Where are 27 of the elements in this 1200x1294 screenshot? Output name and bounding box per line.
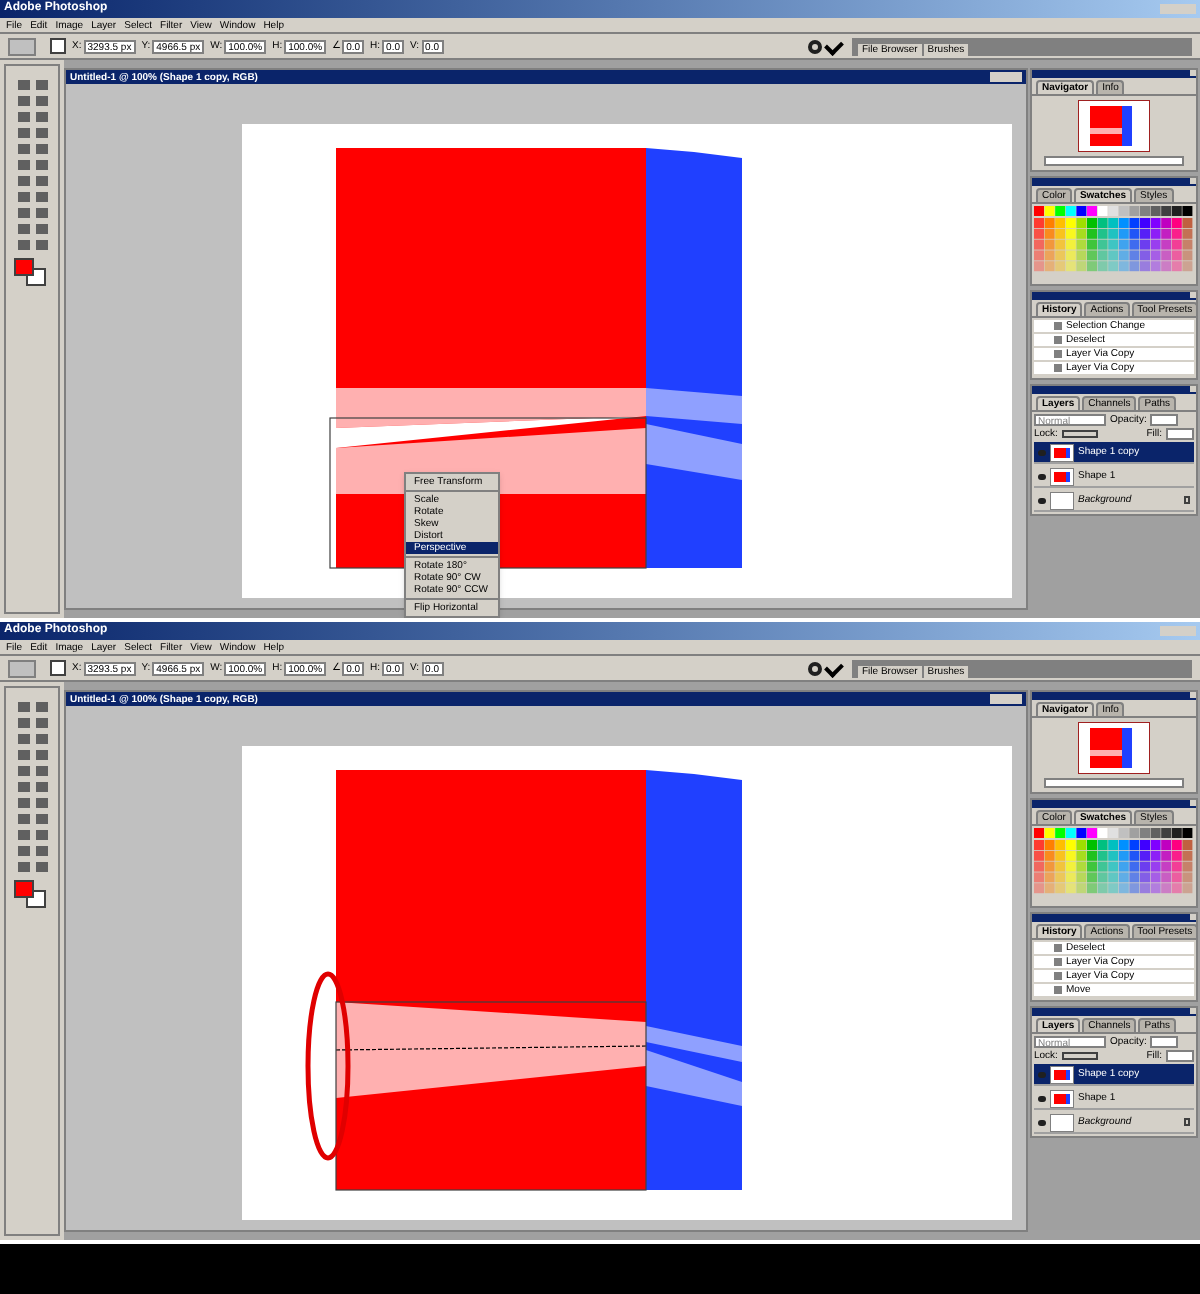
visibility-eye-icon[interactable] xyxy=(1038,1119,1046,1125)
reference-point-icon[interactable] xyxy=(50,38,66,54)
color-swatches-icon[interactable] xyxy=(14,258,50,286)
opacity-field[interactable] xyxy=(1150,1036,1179,1048)
layer-thumbnail xyxy=(1050,467,1074,485)
layer-thumbnail xyxy=(1050,443,1074,461)
navigator-thumbnail xyxy=(1078,100,1150,152)
transform-bounding-box[interactable] xyxy=(329,417,647,569)
layer-thumbnail xyxy=(1050,1065,1074,1083)
fill-field[interactable] xyxy=(1166,428,1194,440)
lock-icon xyxy=(1184,496,1190,504)
tool-preset-button[interactable] xyxy=(8,37,36,55)
fill-field[interactable] xyxy=(1166,1050,1194,1062)
color-swatches-icon[interactable] xyxy=(14,880,50,908)
layer-thumbnail xyxy=(1050,491,1074,509)
tool-preset-button[interactable] xyxy=(8,659,36,677)
layer-thumbnail xyxy=(1050,1113,1074,1131)
visibility-eye-icon[interactable] xyxy=(1038,473,1046,479)
cancel-icon[interactable] xyxy=(808,661,822,675)
lock-icon xyxy=(1184,1118,1190,1126)
visibility-eye-icon[interactable] xyxy=(1038,1095,1046,1101)
cancel-icon[interactable] xyxy=(808,39,822,53)
visibility-eye-icon[interactable] xyxy=(1038,497,1046,503)
reference-point-icon[interactable] xyxy=(50,660,66,676)
navigator-thumbnail xyxy=(1078,722,1150,774)
opacity-field[interactable] xyxy=(1150,414,1179,426)
layer-thumbnail xyxy=(1050,1089,1074,1107)
